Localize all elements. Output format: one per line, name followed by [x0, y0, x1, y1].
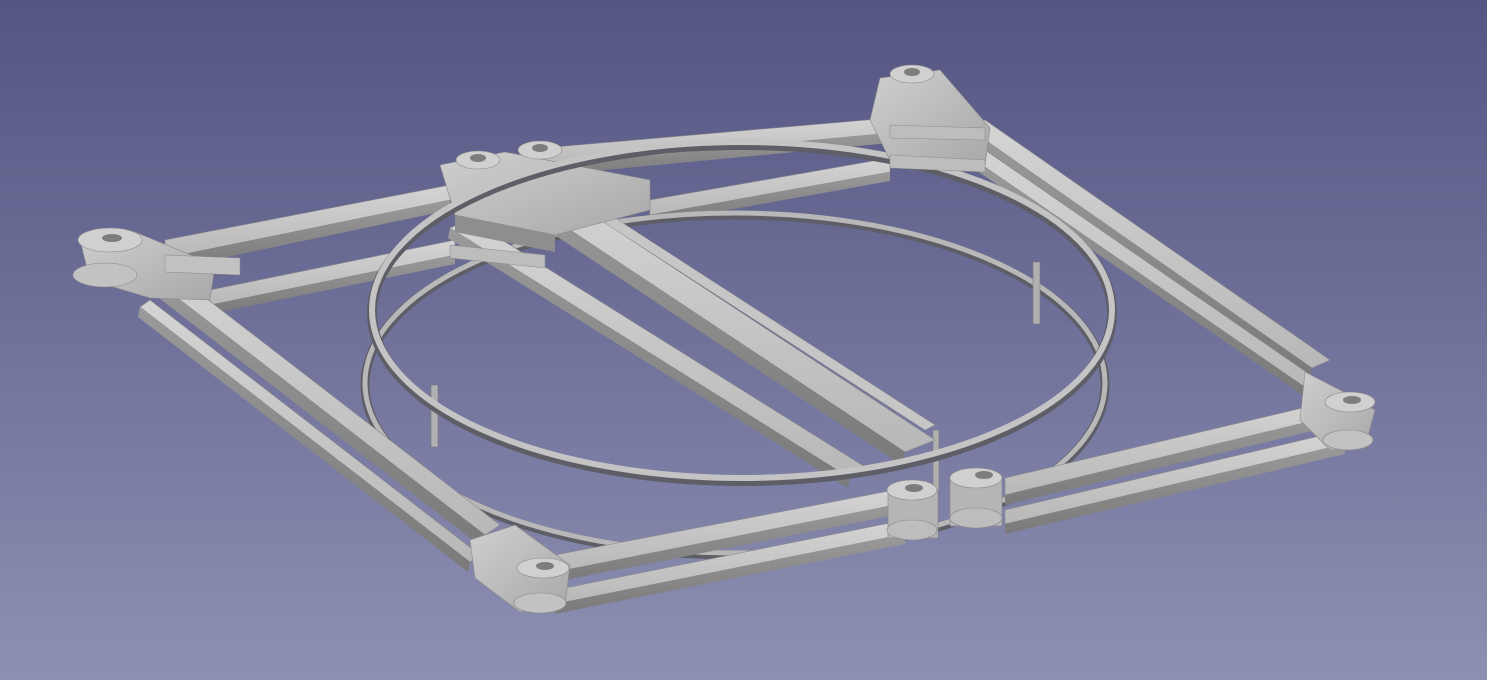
joint-top-right[interactable] [869, 64, 991, 173]
3d-viewport[interactable] [0, 0, 1487, 680]
rail-front-right[interactable] [1004, 397, 1346, 534]
rail-right[interactable] [966, 119, 1331, 400]
model-scene[interactable] [0, 0, 1487, 680]
